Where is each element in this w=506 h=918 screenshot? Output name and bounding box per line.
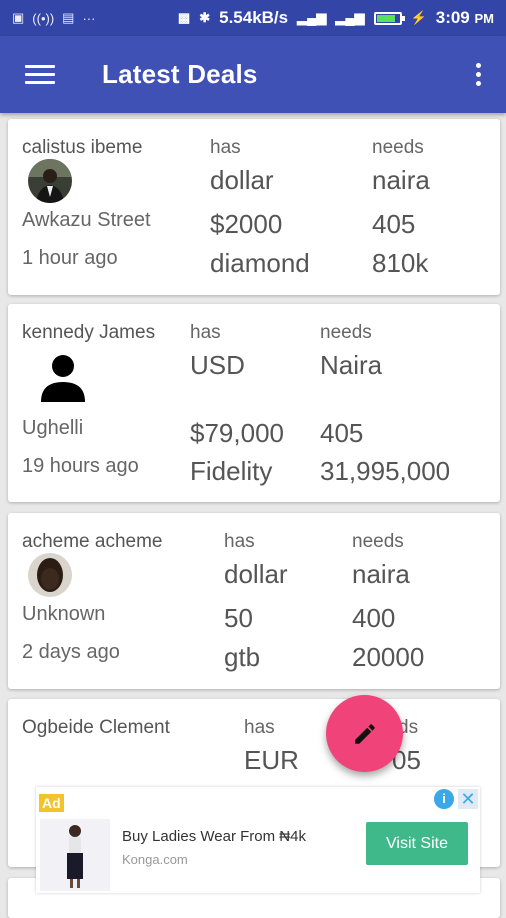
- page-title: Latest Deals: [102, 59, 258, 89]
- needs-rate: 405: [372, 209, 416, 239]
- location: Awkazu Street: [22, 209, 151, 231]
- location: Unknown: [22, 603, 106, 625]
- ad-badge: Ad: [39, 794, 64, 812]
- posted-time: 19 hours ago: [22, 455, 139, 477]
- gallery-notification-icon: ▣: [12, 10, 25, 25]
- app-bar: Latest Deals: [0, 36, 506, 113]
- new-deal-button[interactable]: [326, 695, 403, 772]
- user-name: acheme acheme: [22, 531, 163, 552]
- user-name: Ogbeide Clement: [22, 717, 170, 738]
- has-currency: dollar: [210, 165, 274, 195]
- has-label: has: [244, 717, 275, 738]
- needs-currency: naira: [372, 165, 430, 195]
- ad-info-icon[interactable]: i: [434, 789, 454, 809]
- needs-currency: Naira: [320, 350, 383, 380]
- has-bank: diamond: [210, 248, 310, 278]
- ad-domain: Konga.com: [122, 852, 188, 867]
- status-right: ▩ ✱ 5.54kB/s ▂▄▆ ▂▄▆ ⚡ 3:09 PM: [178, 8, 494, 28]
- ad-banner[interactable]: Ad i ✕ Buy Ladies Wear From ₦4k Konga.co…: [36, 787, 480, 893]
- has-label: has: [190, 322, 221, 343]
- needs-currency: naira: [352, 559, 410, 589]
- has-currency: dollar: [224, 559, 288, 589]
- avatar[interactable]: [28, 159, 72, 203]
- notification-icon: ▤: [62, 10, 75, 25]
- has-amount: $2000: [210, 209, 283, 239]
- bluetooth-icon: ✱: [199, 10, 211, 25]
- status-bar: ▣ ((•)) ▤ ··· ▩ ✱ 5.54kB/s ▂▄▆ ▂▄▆ ⚡ 3:0…: [0, 0, 506, 36]
- deal-card[interactable]: kennedy James Ughelli 19 hours ago has U…: [8, 304, 500, 502]
- visit-site-button[interactable]: Visit Site: [366, 822, 468, 865]
- deal-card[interactable]: calistus ibeme Awkazu Street 1 hour ago …: [8, 119, 500, 295]
- has-label: has: [224, 531, 255, 552]
- battery-icon: [373, 11, 405, 25]
- ad-close-icon[interactable]: ✕: [458, 789, 478, 809]
- user-name: kennedy James: [22, 322, 156, 343]
- menu-icon[interactable]: [25, 60, 55, 89]
- hotspot-icon: ((•)): [32, 10, 55, 26]
- needs-amount: 31,995,000: [320, 456, 451, 486]
- ad-image[interactable]: [40, 819, 110, 891]
- charging-icon: ⚡: [410, 10, 427, 25]
- needs-amount: 20000: [352, 642, 425, 672]
- has-bank: gtb: [224, 642, 261, 672]
- signal-2-icon: ▂▄▆: [335, 10, 365, 25]
- pencil-icon: [354, 723, 375, 744]
- has-label: has: [210, 137, 241, 158]
- avatar[interactable]: [28, 553, 72, 597]
- needs-label: needs: [372, 137, 424, 158]
- has-amount: $79,000: [190, 418, 284, 448]
- has-amount: 50: [224, 603, 253, 633]
- clock: 3:09 PM: [435, 8, 494, 27]
- posted-time: 1 hour ago: [22, 247, 118, 269]
- more-notifications-icon: ···: [82, 10, 96, 26]
- more-options-icon[interactable]: [476, 59, 482, 90]
- needs-label: needs: [320, 322, 372, 343]
- needs-label: needs: [352, 531, 404, 552]
- ad-title: Buy Ladies Wear From ₦4k: [122, 828, 306, 845]
- network-speed: 5.54kB/s: [219, 8, 289, 27]
- has-currency: EUR: [244, 745, 299, 775]
- needs-rate: 405: [320, 418, 364, 448]
- deal-card[interactable]: acheme acheme Unknown 2 days ago has dol…: [8, 513, 500, 689]
- needs-amount: 810k: [372, 248, 429, 278]
- vibrate-icon: ▩: [177, 10, 191, 25]
- signal-icon: ▂▄▆: [297, 10, 327, 25]
- has-currency: USD: [190, 350, 245, 380]
- location: Ughelli: [22, 417, 84, 439]
- person-icon[interactable]: [38, 352, 88, 404]
- user-name: calistus ibeme: [22, 137, 143, 158]
- posted-time: 2 days ago: [22, 641, 120, 663]
- status-left-icons: ▣ ((•)) ▤ ···: [12, 10, 95, 26]
- needs-rate: 400: [352, 603, 396, 633]
- has-bank: Fidelity: [190, 456, 273, 486]
